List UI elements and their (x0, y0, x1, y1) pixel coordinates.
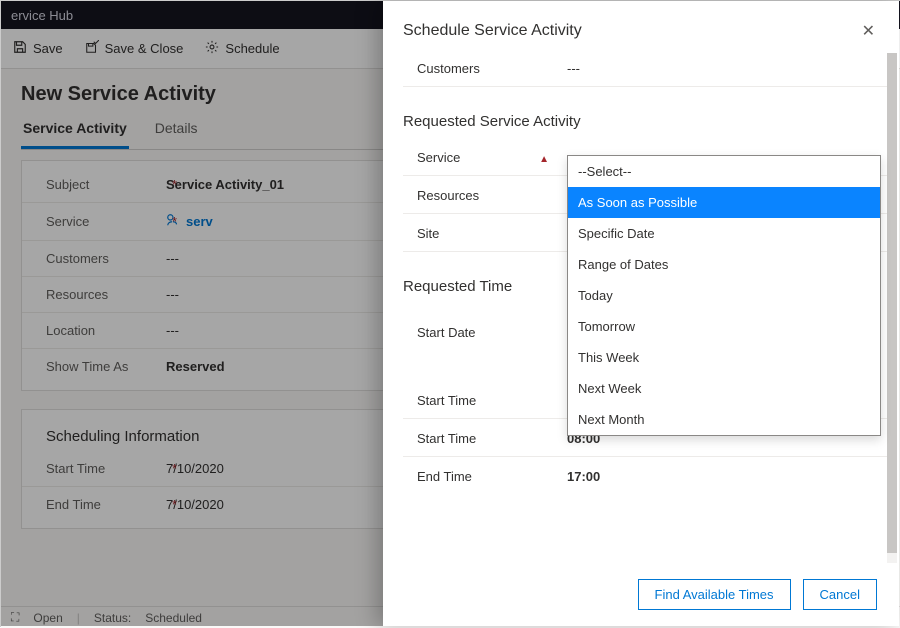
cancel-button[interactable]: Cancel (803, 579, 877, 610)
panel-endtime-value: 17:00 (567, 469, 600, 484)
dropdown-option[interactable]: Next Month (568, 404, 880, 435)
panel-customers-value: --- (567, 61, 580, 76)
scrollbar-thumb[interactable] (887, 53, 897, 553)
panel-customers-label: Customers (417, 61, 567, 76)
panel-row-customers[interactable]: Customers --- (403, 49, 893, 87)
dropdown-option[interactable]: Today (568, 280, 880, 311)
dropdown-option[interactable]: This Week (568, 342, 880, 373)
dropdown-option[interactable]: Tomorrow (568, 311, 880, 342)
startdate-dropdown[interactable]: --Select-- As Soon as Possible Specific … (567, 155, 881, 436)
panel-service-label: Service (417, 150, 460, 165)
section-requested-activity: Requested Service Activity (403, 113, 893, 130)
dropdown-option[interactable]: Specific Date (568, 218, 880, 249)
schedule-activity-panel: Schedule Service Activity ✕ Customers --… (383, 1, 899, 626)
panel-site-label: Site (417, 226, 567, 241)
panel-resources-label: Resources (417, 188, 567, 203)
dropdown-option[interactable]: Range of Dates (568, 249, 880, 280)
panel-footer: Find Available Times Cancel (383, 567, 899, 626)
dropdown-option[interactable]: Next Week (568, 373, 880, 404)
panel-header: Schedule Service Activity ✕ (383, 1, 899, 49)
find-available-times-button[interactable]: Find Available Times (638, 579, 791, 610)
dropdown-option[interactable]: As Soon as Possible (568, 187, 880, 218)
panel-startdate-label: Start Date (417, 325, 567, 340)
panel-starttime-range-label: Start Time (417, 393, 567, 408)
close-icon[interactable]: ✕ (858, 17, 879, 45)
panel-starttime-label: Start Time (417, 431, 567, 446)
dropdown-placeholder[interactable]: --Select-- (568, 156, 880, 187)
panel-endtime-label: End Time (417, 469, 567, 484)
required-marker: ▲ (539, 154, 549, 165)
panel-title: Schedule Service Activity (403, 22, 582, 40)
panel-row-endtime[interactable]: End Time 17:00 (403, 457, 893, 494)
panel-body: Customers --- Requested Service Activity… (383, 49, 899, 567)
